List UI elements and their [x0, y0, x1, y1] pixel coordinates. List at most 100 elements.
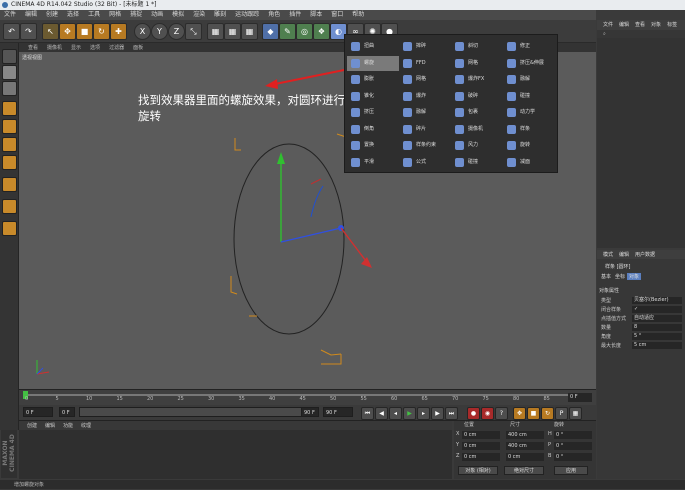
end-frame-field[interactable]: 90 F — [301, 407, 319, 417]
viewport-menu-item-4[interactable]: 过滤器 — [109, 45, 124, 51]
rotate-tool-icon[interactable]: ↻ — [93, 23, 110, 40]
attribute-value[interactable]: 自动适应 — [632, 315, 682, 322]
menu-item-8[interactable]: 模拟 — [172, 11, 184, 18]
checker-icon[interactable] — [2, 81, 17, 96]
deformer-item[interactable]: 置换 — [347, 138, 399, 153]
deformer-item[interactable]: 风力 — [451, 138, 503, 153]
select-tool-icon[interactable]: ↖ — [42, 23, 59, 40]
menu-item-12[interactable]: 角色 — [268, 11, 280, 18]
deformer-item[interactable]: 碰撞 — [503, 89, 555, 104]
material-menu-item-0[interactable]: 创建 — [27, 423, 37, 429]
deformer-item[interactable]: FFD — [399, 56, 451, 71]
deformer-item[interactable]: 膨胀 — [347, 72, 399, 87]
model-mode-icon[interactable] — [2, 101, 17, 116]
play-button[interactable]: ▶ — [403, 407, 416, 420]
coord-position-field[interactable]: 0 cm — [462, 431, 500, 439]
coord-rotation-field[interactable]: 0 ° — [554, 442, 592, 450]
object-menu-item-1[interactable]: 编辑 — [619, 22, 629, 28]
subtab-basic[interactable]: 基本 — [599, 273, 613, 280]
object-list[interactable] — [597, 38, 685, 248]
viewport-menu-item-3[interactable]: 选项 — [90, 45, 100, 51]
prev-key-button[interactable]: ◀ — [375, 407, 388, 420]
deformer-item[interactable]: 旋转 — [503, 138, 555, 153]
deformer-item[interactable]: 碰撞 — [451, 155, 503, 170]
deformer-item[interactable]: 斜切 — [451, 39, 503, 54]
start-frame-field[interactable]: 0 F — [23, 407, 53, 417]
subtab-object[interactable]: 对象 — [627, 273, 642, 280]
coord-mode-dropdown[interactable]: 对象 (相对) — [458, 466, 498, 475]
menu-item-15[interactable]: 窗口 — [331, 11, 343, 18]
coord-size-field[interactable]: 0 cm — [506, 453, 544, 461]
axis-mode-icon[interactable] — [2, 177, 17, 192]
menu-item-9[interactable]: 渲染 — [193, 11, 205, 18]
deformer-item[interactable]: 爆炸 — [399, 89, 451, 104]
attribute-value[interactable]: 8 — [632, 324, 682, 331]
deformer-item[interactable]: 平滑 — [347, 155, 399, 170]
search-icon[interactable]: ⌕ — [603, 31, 606, 37]
y-axis-button[interactable]: Y — [151, 23, 168, 40]
menu-item-0[interactable]: 文件 — [4, 11, 16, 18]
key-options-button[interactable]: ? — [495, 407, 508, 420]
attribute-value[interactable]: 5 ° — [632, 333, 682, 340]
menu-item-1[interactable]: 编辑 — [25, 11, 37, 18]
step-forward-button[interactable]: ▸ — [417, 407, 430, 420]
coord-system-icon[interactable]: ⤡ — [185, 23, 202, 40]
deformer-item[interactable]: 网格 — [451, 56, 503, 71]
timeline-frame-field[interactable]: 0 F — [568, 393, 592, 402]
material-menu-item-1[interactable]: 编辑 — [45, 423, 55, 429]
edges-mode-icon[interactable] — [2, 155, 17, 170]
attribute-value[interactable]: ✓ — [632, 306, 682, 313]
record-button[interactable]: ● — [467, 407, 480, 420]
add-tool-icon[interactable]: ✚ — [110, 23, 127, 40]
array-icon[interactable]: ❖ — [313, 23, 330, 40]
make-editable-icon[interactable] — [2, 49, 17, 64]
render-picture-icon[interactable]: ▦ — [224, 23, 241, 40]
x-axis-arrow[interactable] — [361, 257, 372, 268]
texture-mode-icon[interactable] — [2, 65, 17, 80]
material-menu-item-2[interactable]: 功能 — [63, 423, 73, 429]
menu-item-13[interactable]: 插件 — [289, 11, 301, 18]
subtab-coord[interactable]: 坐标 — [613, 273, 627, 280]
deformer-item[interactable]: 融解 — [503, 72, 555, 87]
deformer-item[interactable]: 倒角 — [347, 122, 399, 137]
attribute-value[interactable]: 贝塞尔(Bezier) — [632, 297, 682, 304]
x-axis-handle[interactable] — [340, 227, 370, 266]
menu-item-3[interactable]: 选择 — [67, 11, 79, 18]
current-frame-field[interactable]: 0 F — [59, 407, 75, 417]
frame-range-slider[interactable] — [79, 407, 319, 417]
material-menu-item-3[interactable]: 纹理 — [81, 423, 91, 429]
key-grid-button[interactable]: ▦ — [569, 407, 582, 420]
coord-size-field[interactable]: 400 cm — [506, 431, 544, 439]
deformer-item[interactable]: 螺旋 — [347, 55, 399, 71]
menu-item-4[interactable]: 工具 — [88, 11, 100, 18]
render-settings-icon[interactable]: ▦ — [241, 23, 258, 40]
z-axis-handle[interactable] — [280, 227, 342, 243]
menu-item-5[interactable]: 网格 — [109, 11, 121, 18]
menu-item-10[interactable]: 雕刻 — [214, 11, 226, 18]
deformer-item[interactable]: 摄像机 — [451, 122, 503, 137]
circle-spline[interactable] — [233, 143, 345, 335]
end-frame-field-2[interactable]: 90 F — [323, 407, 353, 417]
deformer-item[interactable]: 融解 — [399, 105, 451, 120]
deformer-item[interactable]: 动力学 — [503, 105, 555, 120]
lock-icon[interactable] — [2, 221, 17, 236]
object-menu-item-3[interactable]: 对象 — [651, 22, 661, 28]
deformer-item[interactable]: 网格 — [399, 72, 451, 87]
menu-item-7[interactable]: 动画 — [151, 11, 163, 18]
menu-item-14[interactable]: 脚本 — [310, 11, 322, 18]
apply-button[interactable]: 应用 — [554, 466, 588, 475]
deformer-item[interactable]: 爆炸FX — [451, 72, 503, 87]
deformer-item[interactable]: 挤压&伸展 — [503, 56, 555, 71]
material-area[interactable] — [19, 430, 452, 479]
viewport-menu-item-0[interactable]: 查看 — [28, 45, 38, 51]
cube-icon[interactable]: ◆ — [262, 23, 279, 40]
deformer-item[interactable]: 碎片 — [399, 122, 451, 137]
deformer-item[interactable]: 样条约束 — [399, 138, 451, 153]
object-menu-item-4[interactable]: 标签 — [667, 22, 677, 28]
deformer-item[interactable]: 摔碎 — [399, 39, 451, 54]
attribute-menu-item-1[interactable]: 编辑 — [619, 252, 629, 258]
go-to-start-button[interactable]: ⏮ — [361, 407, 374, 420]
size-mode-dropdown[interactable]: 绝对尺寸 — [504, 466, 544, 475]
timeline[interactable]: 051015202530354045505560657075808590 0 F — [19, 389, 596, 406]
snap-icon[interactable] — [2, 199, 17, 214]
